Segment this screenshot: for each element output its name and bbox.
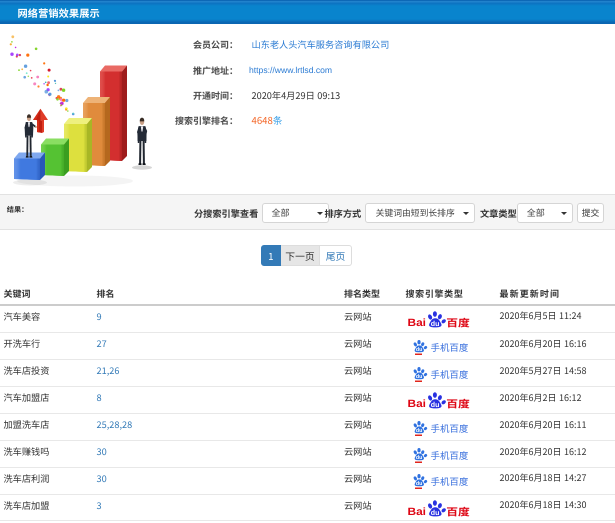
svg-text:du: du — [415, 481, 422, 487]
svg-text:du: du — [415, 347, 422, 353]
svg-text:手机百度: 手机百度 — [430, 475, 468, 489]
svg-text:Bai: Bai — [407, 317, 426, 329]
svg-text:手机百度: 手机百度 — [430, 448, 468, 462]
svg-text:百度: 百度 — [446, 503, 470, 518]
svg-text:手机百度: 手机百度 — [430, 340, 468, 354]
svg-text:手机百度: 手机百度 — [430, 367, 468, 381]
svg-text:手机百度: 手机百度 — [430, 421, 468, 435]
svg-text:Bai: Bai — [407, 398, 426, 410]
svg-text:Bai: Bai — [407, 506, 426, 518]
svg-text:du: du — [415, 455, 422, 461]
svg-text:百度: 百度 — [446, 396, 470, 411]
svg-text:du: du — [415, 428, 422, 434]
svg-text:du: du — [430, 508, 439, 517]
svg-text:百度: 百度 — [446, 314, 470, 329]
svg-text:du: du — [430, 319, 439, 328]
svg-text:du: du — [415, 374, 422, 380]
svg-text:du: du — [430, 400, 439, 409]
